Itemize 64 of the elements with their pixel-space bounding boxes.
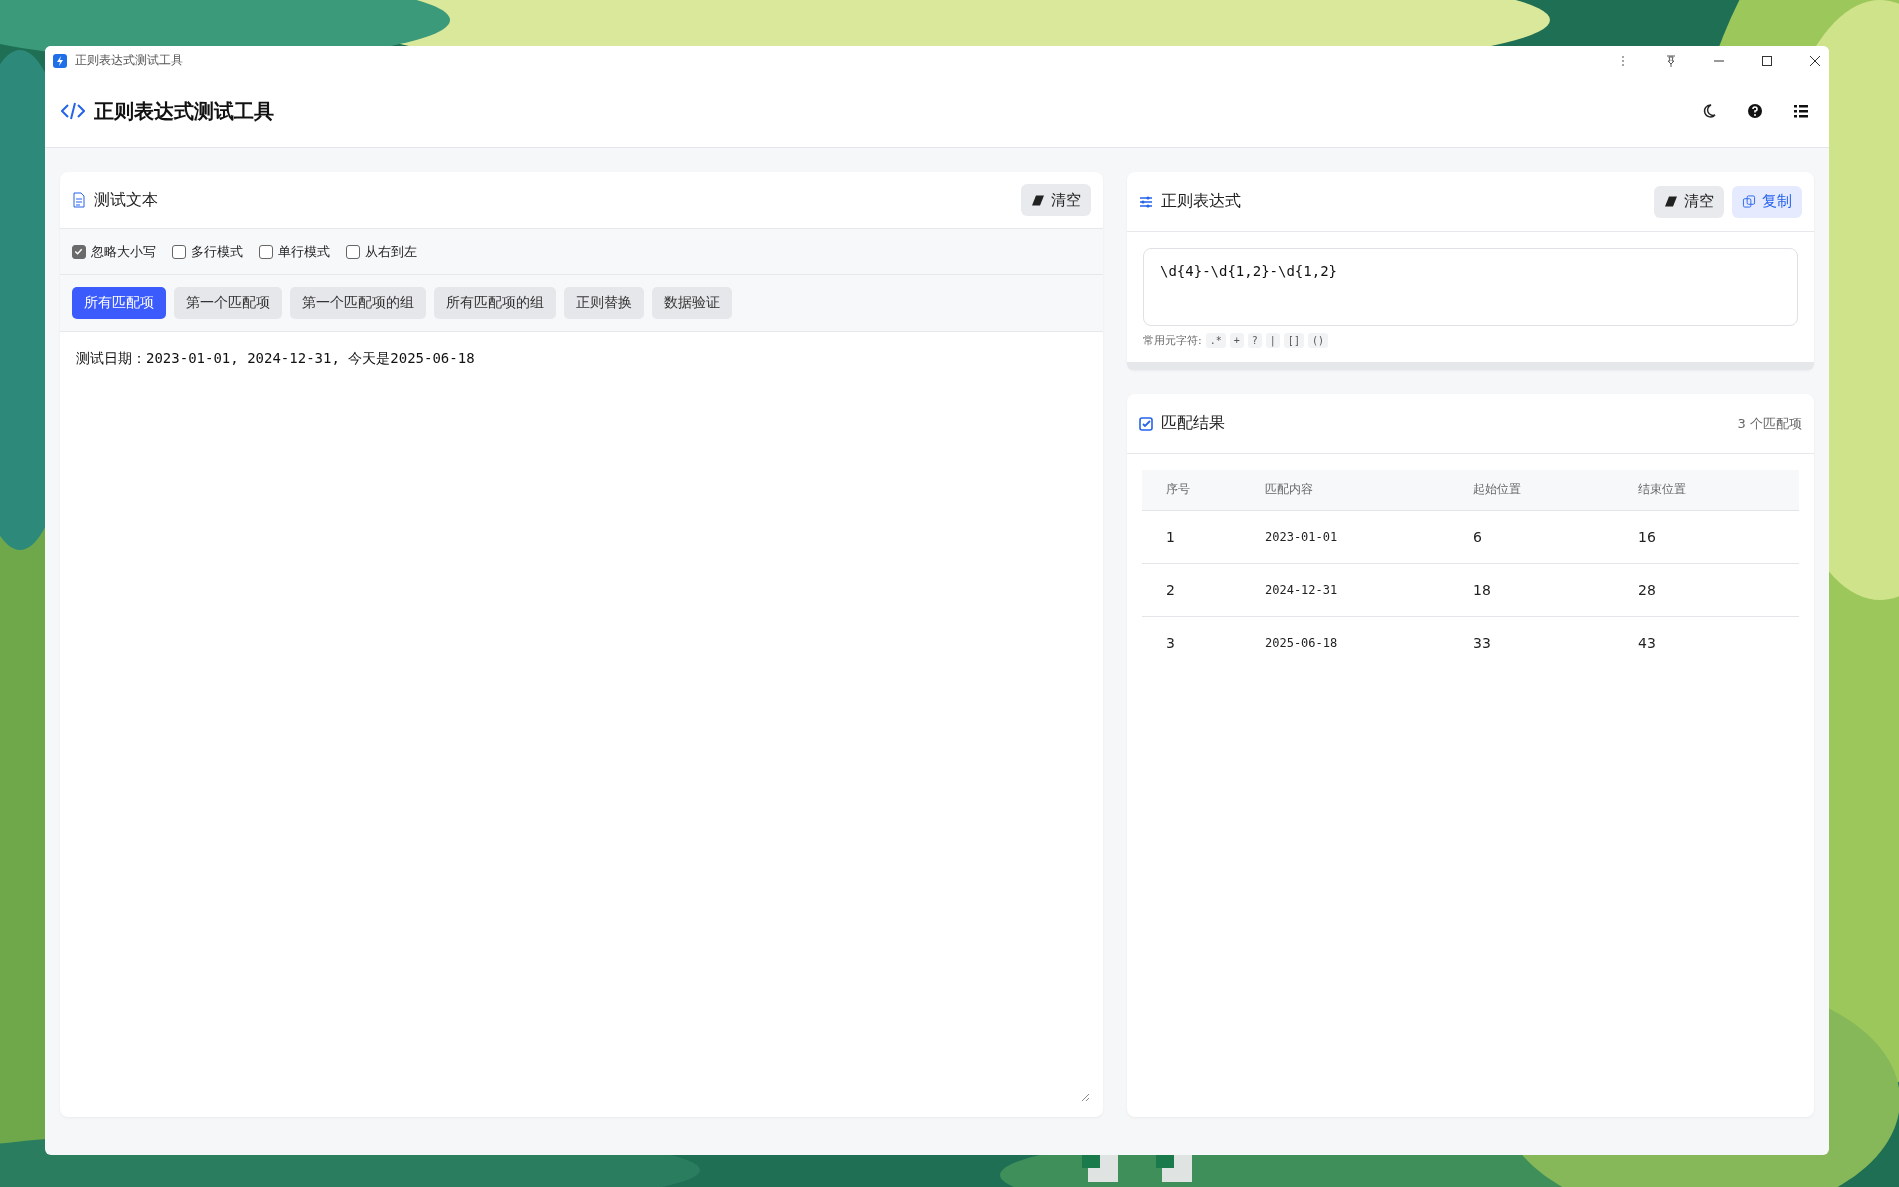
code-icon <box>61 101 85 121</box>
checkbox-icon <box>1139 415 1153 432</box>
help-icon[interactable] <box>1747 103 1763 119</box>
table-cell: 43 <box>1637 616 1799 669</box>
mode-tab[interactable]: 所有匹配项的组 <box>434 287 556 319</box>
meta-char-chip[interactable]: ? <box>1247 333 1262 348</box>
test-text-field[interactable]: 测试日期：2023-01-01, 2024-12-31, 今天是2025-06-18 <box>60 332 1103 1117</box>
app-title: 正则表达式测试工具 <box>94 97 274 125</box>
resize-grip-icon[interactable] <box>1081 1093 1089 1101</box>
document-icon <box>72 192 86 208</box>
checkbox[interactable] <box>172 244 186 259</box>
option-label: 单行模式 <box>278 242 330 261</box>
test-text: 测试日期：2023-01-01, 2024-12-31, 今天是2025-06-18 <box>76 350 475 366</box>
meta-label: 常用元字符: <box>1143 333 1202 348</box>
scrollbar[interactable] <box>1127 362 1814 370</box>
table-cell: 18 <box>1472 563 1637 616</box>
checkbox[interactable] <box>72 244 86 259</box>
copy-icon <box>1742 195 1756 208</box>
clear-button[interactable]: 清空 <box>1654 185 1724 218</box>
option-label: 多行模式 <box>191 242 243 261</box>
meta-char-chip[interactable]: + <box>1229 333 1244 348</box>
eraser-icon <box>1664 195 1678 208</box>
column-header: 结束位置 <box>1637 470 1799 510</box>
pin-icon[interactable] <box>1665 54 1677 67</box>
table-cell: 16 <box>1637 510 1799 563</box>
option-label: 从右到左 <box>365 242 417 261</box>
meta-char-chip[interactable]: [] <box>1283 333 1304 348</box>
option-label: 忽略大小写 <box>91 242 156 261</box>
checkbox[interactable] <box>346 244 360 259</box>
mode-tab[interactable]: 数据验证 <box>652 287 732 319</box>
match-count: 3 个匹配项 <box>1737 414 1802 433</box>
mode-tab[interactable]: 所有匹配项 <box>72 287 166 319</box>
maximize-icon[interactable] <box>1761 54 1773 67</box>
table-cell: 3 <box>1142 616 1264 669</box>
table-cell: 1 <box>1142 510 1264 563</box>
list-icon[interactable] <box>1793 103 1809 119</box>
app-icon <box>53 53 67 68</box>
eraser-icon <box>1031 193 1045 207</box>
meta-char-chip[interactable]: .* <box>1205 333 1226 348</box>
regex-input[interactable]: \d{4}-\d{1,2}-\d{1,2} <box>1143 248 1798 326</box>
meta-char-chip[interactable]: () <box>1307 333 1328 348</box>
panel-title: 匹配结果 <box>1161 413 1225 434</box>
window-title: 正则表达式测试工具 <box>75 52 183 69</box>
column-header: 起始位置 <box>1472 470 1637 510</box>
panel-title: 测试文本 <box>94 189 158 211</box>
moon-icon[interactable] <box>1701 103 1717 119</box>
table-cell: 2025-06-18 <box>1264 616 1472 669</box>
mode-tab[interactable]: 第一个匹配项 <box>174 287 282 319</box>
table-cell: 33 <box>1472 616 1637 669</box>
close-icon[interactable] <box>1809 54 1821 67</box>
table-cell: 2023-01-01 <box>1264 510 1472 563</box>
checkbox[interactable] <box>259 244 273 259</box>
column-header: 匹配内容 <box>1264 470 1472 510</box>
table-cell: 2 <box>1142 563 1264 616</box>
meta-char-chip[interactable]: | <box>1265 333 1280 348</box>
panel-title: 正则表达式 <box>1161 191 1241 212</box>
table-cell: 28 <box>1637 563 1799 616</box>
table-cell: 6 <box>1472 510 1637 563</box>
mode-tab[interactable]: 正则替换 <box>564 287 644 319</box>
column-header: 序号 <box>1142 470 1264 510</box>
mode-tab[interactable]: 第一个匹配项的组 <box>290 287 426 319</box>
clear-button[interactable]: 清空 <box>1021 184 1091 216</box>
table-cell: 2024-12-31 <box>1264 563 1472 616</box>
copy-button[interactable]: 复制 <box>1732 185 1802 218</box>
